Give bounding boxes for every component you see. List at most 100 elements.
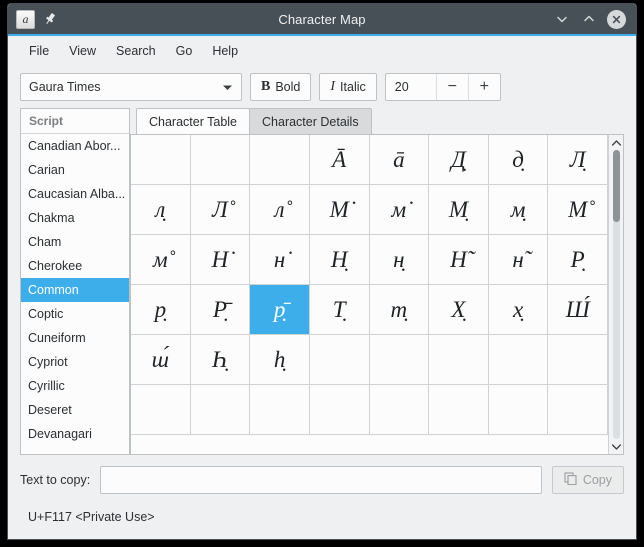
script-list[interactable]: Canadian Abor... Carian Caucasian Alba... C…: [21, 134, 129, 454]
character-cell[interactable]: Л̊: [190, 185, 251, 235]
sidebar-item[interactable]: Cyrillic: [21, 374, 129, 398]
character-cell[interactable]: Н̣: [309, 235, 370, 285]
character-cell[interactable]: М̣: [429, 185, 489, 235]
character-cell[interactable]: м̇: [369, 185, 430, 235]
character-cell[interactable]: [369, 335, 430, 385]
menu-search[interactable]: Search: [107, 40, 165, 62]
character-cell[interactable]: Ā: [309, 135, 370, 185]
character-cell[interactable]: һ̣: [250, 335, 310, 385]
close-button[interactable]: [607, 9, 626, 29]
scrollbar-track[interactable]: [609, 150, 624, 439]
character-cell[interactable]: [548, 335, 608, 385]
character-glyph: Һ̣: [212, 346, 228, 372]
menu-help[interactable]: Help: [203, 40, 247, 62]
character-cell[interactable]: н̃: [488, 235, 549, 285]
character-cell[interactable]: н̣: [369, 235, 430, 285]
character-cell[interactable]: л̣: [131, 185, 191, 235]
sidebar-item[interactable]: Coptic: [21, 302, 129, 326]
character-grid-scrollbar[interactable]: [608, 135, 623, 454]
sidebar-item[interactable]: Common: [21, 278, 129, 302]
character-cell[interactable]: [250, 135, 310, 185]
character-cell-selected[interactable]: р̣̄: [250, 285, 310, 335]
minimize-button[interactable]: [553, 11, 570, 28]
italic-button[interactable]: I Italic: [319, 73, 377, 101]
character-glyph: д̣: [512, 146, 524, 172]
tab-character-details[interactable]: Character Details: [249, 108, 372, 134]
character-cell[interactable]: [250, 385, 310, 435]
character-cell[interactable]: д̣: [488, 135, 549, 185]
titlebar-left-controls: a: [8, 9, 59, 29]
character-cell[interactable]: М̊: [548, 185, 608, 235]
character-cell[interactable]: [548, 385, 608, 435]
sidebar-item[interactable]: Chakma: [21, 206, 129, 230]
font-size-increase-button[interactable]: +: [467, 74, 500, 100]
character-cell[interactable]: [488, 385, 549, 435]
text-to-copy-input[interactable]: [100, 466, 542, 494]
window-controls: [553, 9, 636, 29]
character-cell[interactable]: х̣: [488, 285, 549, 335]
character-cell[interactable]: ā: [369, 135, 430, 185]
sidebar-item[interactable]: Deseret: [21, 398, 129, 422]
menu-go[interactable]: Go: [167, 40, 202, 62]
character-cell[interactable]: Р̣̄: [190, 285, 251, 335]
character-cell[interactable]: [190, 385, 251, 435]
tab-character-table[interactable]: Character Table: [136, 108, 251, 134]
sidebar-item[interactable]: Canadian Abor...: [21, 134, 129, 158]
character-cell[interactable]: [488, 335, 549, 385]
character-cell[interactable]: м̣: [488, 185, 549, 235]
character-cell[interactable]: [369, 385, 430, 435]
character-cell[interactable]: л̊: [250, 185, 310, 235]
character-cell[interactable]: Д̣: [429, 135, 489, 185]
menubar: File View Search Go Help: [8, 36, 636, 66]
character-cell[interactable]: т̣: [369, 285, 430, 335]
bold-button[interactable]: B Bold: [250, 73, 312, 101]
sidebar-item[interactable]: Cuneiform: [21, 326, 129, 350]
menu-file[interactable]: File: [20, 40, 58, 62]
font-size-stepper[interactable]: 20 − +: [384, 73, 501, 101]
menu-view[interactable]: View: [60, 40, 105, 62]
sidebar-item[interactable]: Cherokee: [21, 254, 129, 278]
character-cell[interactable]: М̇: [309, 185, 370, 235]
scroll-down-icon[interactable]: [609, 439, 624, 454]
character-cell[interactable]: Ш́: [548, 285, 608, 335]
sidebar-item[interactable]: Caucasian Alba...: [21, 182, 129, 206]
character-glyph: Н̃: [450, 246, 467, 272]
scrollbar-thumb[interactable]: [612, 150, 620, 222]
sidebar-item[interactable]: Carian: [21, 158, 129, 182]
sidebar-item[interactable]: Cypriot: [21, 350, 129, 374]
maximize-button[interactable]: [580, 11, 597, 28]
character-grid[interactable]: Āā Д̣ д̣ Л̣ л̣ Л̊ л̊ М̇ м̇ М̣ м̣ М̊ м̊ Н̇ н̇ Н̣ н̣ Н̃ н̃ Р̣…: [131, 135, 608, 454]
character-cell[interactable]: м̊: [131, 235, 191, 285]
character-cell[interactable]: Р̣: [548, 235, 608, 285]
character-cell[interactable]: [131, 385, 191, 435]
character-glyph: Ā: [332, 146, 347, 172]
character-cell[interactable]: [131, 135, 191, 185]
character-cell[interactable]: [190, 135, 251, 185]
character-cell[interactable]: Л̣: [548, 135, 608, 185]
pin-icon[interactable]: [41, 10, 59, 28]
character-cell[interactable]: Т̣: [309, 285, 370, 335]
font-family-select[interactable]: Gaura Times: [20, 73, 242, 101]
toolbar: Gaura Times B Bold I Italic 20 − +: [8, 66, 636, 108]
character-cell[interactable]: Һ̣: [190, 335, 251, 385]
character-cell[interactable]: [429, 335, 489, 385]
character-cell[interactable]: Х̣: [429, 285, 489, 335]
character-glyph: Ш́: [565, 296, 590, 322]
character-cell[interactable]: [309, 335, 370, 385]
sidebar-item-label: Cherokee: [28, 259, 83, 273]
character-cell[interactable]: ш́: [131, 335, 191, 385]
sidebar-item[interactable]: Cham: [21, 230, 129, 254]
character-cell[interactable]: р̣: [131, 285, 191, 335]
font-size-decrease-button[interactable]: −: [435, 74, 468, 100]
font-family-value: Gaura Times: [29, 80, 101, 94]
character-glyph: Р̣: [570, 246, 585, 272]
sidebar-item[interactable]: Devanagari: [21, 422, 129, 446]
copy-button[interactable]: Copy: [551, 466, 624, 494]
character-cell[interactable]: Н̇: [190, 235, 251, 285]
character-cell[interactable]: н̇: [250, 235, 310, 285]
character-cell[interactable]: [429, 385, 489, 435]
font-size-value[interactable]: 20: [386, 74, 436, 100]
scroll-up-icon[interactable]: [609, 135, 624, 150]
character-cell[interactable]: Н̃: [429, 235, 489, 285]
character-cell[interactable]: [309, 385, 370, 435]
